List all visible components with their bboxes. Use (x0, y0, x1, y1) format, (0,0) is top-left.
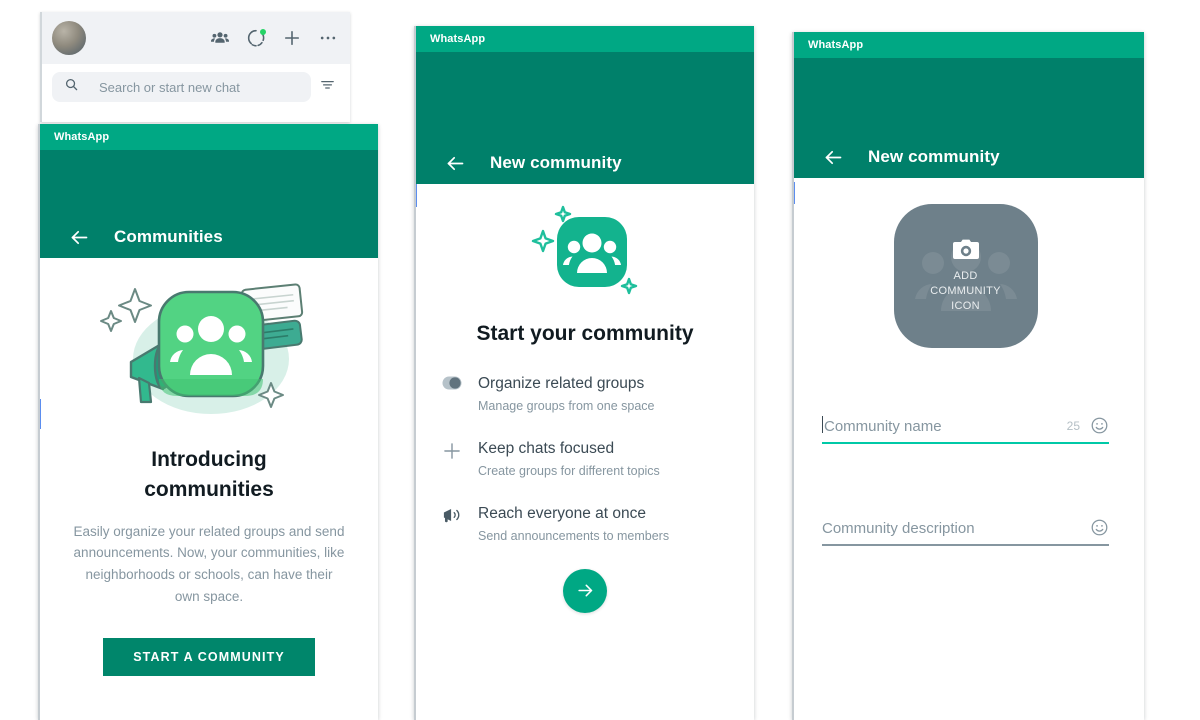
screenshot-stage: Search or start new chat WhatsApp Commun… (0, 0, 1200, 720)
emoji-icon[interactable] (1090, 416, 1109, 435)
panel-edge-accent (416, 181, 417, 207)
page-title: New community (490, 153, 622, 172)
add-icon-line1: ADD (953, 270, 978, 283)
chat-list-header (42, 12, 350, 64)
intro-heading-line2: communities (144, 477, 274, 501)
text-caret (822, 416, 823, 433)
feature-title: Keep chats focused (478, 439, 615, 457)
search-icon (64, 77, 79, 97)
feature-title: Reach everyone at once (478, 504, 647, 522)
community-form-body: ADD COMMUNITY ICON Community name 25 Com… (794, 204, 1137, 720)
community-people-icon (531, 205, 638, 295)
community-name-placeholder: Community name (824, 418, 942, 435)
add-community-icon-button[interactable]: ADD COMMUNITY ICON (893, 204, 1038, 348)
menu-icon[interactable] (318, 28, 338, 48)
character-counter: 25 (1066, 418, 1080, 433)
search-input[interactable]: Search or start new chat (52, 72, 311, 102)
community-form-navbar: New community (794, 58, 1144, 178)
back-arrow-icon[interactable] (442, 150, 468, 176)
start-a-community-button[interactable]: START A COMMUNITY (103, 638, 315, 677)
communities-megaphone-illustration (66, 264, 352, 429)
chat-list-panel: Search or start new chat (40, 12, 350, 122)
feature-item: Reach everyone at once Send announcement… (434, 504, 730, 543)
back-arrow-icon[interactable] (820, 144, 846, 170)
add-community-icon-label: ADD COMMUNITY ICON (930, 269, 1001, 314)
toggle-icon (434, 374, 470, 390)
page-title: Communities (114, 227, 223, 246)
new-community-intro-panel: WhatsApp New community Start your commun… (414, 26, 754, 720)
window-title: WhatsApp (430, 33, 486, 45)
community-description-input[interactable]: Community description (822, 518, 1109, 546)
feature-subtitle: Manage groups from one space (478, 398, 655, 413)
new-community-navbar: New community (416, 52, 754, 184)
feature-title: Organize related groups (478, 375, 645, 392)
camera-icon (951, 238, 981, 262)
feature-subtitle: Send announcements to members (478, 528, 670, 543)
communities-navbar: Communities (40, 150, 378, 258)
panel-edge-accent (40, 399, 41, 429)
add-icon-line2: COMMUNITY (930, 285, 1001, 298)
search-placeholder: Search or start new chat (99, 79, 240, 95)
community-name-input[interactable]: Community name 25 (822, 416, 1109, 444)
window-title: WhatsApp (808, 39, 864, 51)
communities-intro-panel: WhatsApp Communities Introducing communi… (38, 124, 378, 720)
emoji-icon[interactable] (1090, 518, 1109, 537)
feature-subtitle: Create groups for different topics (478, 463, 660, 478)
communities-intro-body: Introducing communities Easily organize … (40, 264, 378, 677)
window-title: WhatsApp (54, 131, 110, 143)
start-community-heading: Start your community (476, 322, 694, 345)
status-icon[interactable] (246, 28, 266, 48)
intro-description: Easily organize your related groups and … (73, 523, 345, 605)
feature-list: Organize related groups Manage groups fr… (416, 374, 754, 543)
chat-list-actions (210, 28, 338, 48)
avatar[interactable] (52, 21, 86, 55)
feature-item: Keep chats focused Create groups for dif… (434, 439, 730, 478)
status-unread-dot (260, 29, 266, 35)
communities-icon[interactable] (210, 28, 230, 48)
new-chat-icon[interactable] (282, 28, 302, 48)
add-icon-line3: ICON (951, 299, 980, 312)
chat-list-search-row: Search or start new chat (42, 64, 350, 110)
community-hero-icon-wrap (416, 188, 754, 318)
plus-icon (434, 439, 470, 461)
feature-item: Organize related groups Manage groups fr… (434, 374, 730, 413)
intro-heading: Introducing communities (66, 445, 352, 505)
filter-icon[interactable] (319, 76, 340, 98)
intro-heading-line1: Introducing (151, 448, 267, 471)
back-arrow-icon[interactable] (66, 224, 92, 250)
window-titlebar: WhatsApp (40, 124, 378, 150)
community-form-panel: WhatsApp New community ADD COMMUNITY ICO… (792, 32, 1144, 720)
next-button[interactable] (563, 568, 607, 613)
community-description-placeholder: Community description (822, 520, 975, 537)
window-titlebar: WhatsApp (794, 32, 1144, 58)
page-title: New community (868, 147, 1000, 166)
window-titlebar: WhatsApp (416, 26, 754, 52)
megaphone-icon (434, 504, 470, 524)
arrow-right-icon (577, 584, 592, 597)
